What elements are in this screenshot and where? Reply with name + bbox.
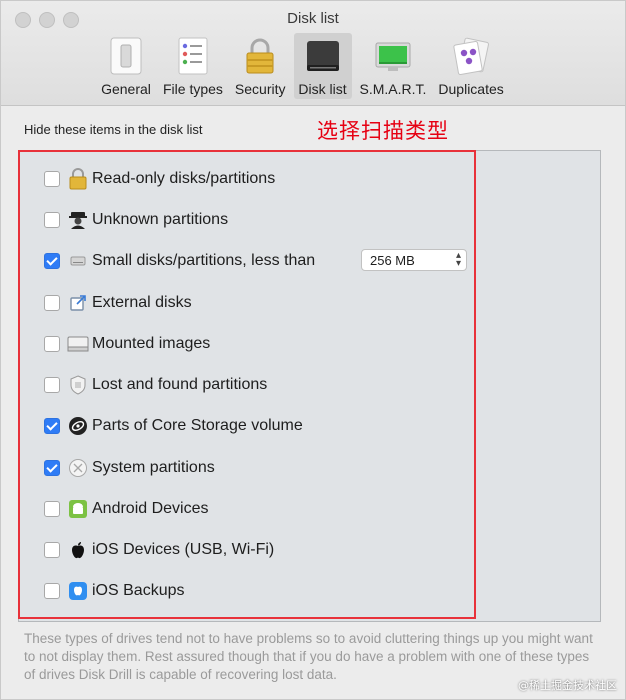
checkbox[interactable]	[44, 253, 60, 269]
tab-security[interactable]: Security	[231, 33, 290, 99]
small-disk-icon	[67, 250, 89, 272]
checkbox[interactable]	[44, 418, 60, 434]
list-item-mounted-images[interactable]: Mounted images	[44, 332, 210, 356]
checkbox[interactable]	[44, 295, 60, 311]
item-label: Mounted images	[92, 335, 211, 352]
title-bar: Disk list General File types Security Di…	[1, 1, 625, 106]
item-label: Android Devices	[92, 500, 209, 517]
tab-label: Disk list	[298, 81, 347, 97]
preferences-toolbar: General File types Security Disk list S.…	[97, 33, 508, 99]
chevron-updown-icon: ▴ ▾	[455, 250, 461, 269]
tab-label: Duplicates	[438, 81, 504, 97]
duplicates-icon	[451, 37, 491, 75]
checkbox[interactable]	[44, 171, 60, 187]
list-item-external-disks[interactable]: External disks	[44, 291, 192, 315]
item-label: Parts of Core Storage volume	[92, 417, 303, 434]
disk-icon	[303, 37, 343, 75]
system-partition-icon	[67, 457, 89, 479]
tab-file-types[interactable]: File types	[159, 33, 227, 99]
lost-found-icon	[67, 374, 89, 396]
tab-label: S.M.A.R.T.	[359, 81, 427, 97]
external-disk-icon	[67, 292, 89, 314]
checkbox[interactable]	[44, 542, 60, 558]
select-value: 256 MB	[370, 252, 415, 268]
list-item-system-partitions[interactable]: System partitions	[44, 456, 215, 480]
checkbox[interactable]	[44, 212, 60, 228]
size-threshold-select[interactable]: 256 MB ▴ ▾	[361, 249, 467, 271]
tab-disk-list[interactable]: Disk list	[293, 33, 352, 99]
item-label: System partitions	[92, 459, 215, 476]
spy-icon	[67, 209, 89, 231]
checkbox[interactable]	[44, 377, 60, 393]
annotation-text: 选择扫描类型	[317, 119, 449, 143]
tab-label: Security	[234, 81, 286, 97]
section-label: Hide these items in the disk list	[24, 122, 203, 137]
list-item-ios-backups[interactable]: iOS Backups	[44, 579, 184, 603]
item-label: iOS Devices (USB, Wi-Fi)	[92, 541, 275, 558]
tab-general[interactable]: General	[97, 33, 155, 99]
list-item-ios-devices[interactable]: iOS Devices (USB, Wi-Fi)	[44, 538, 274, 562]
item-label: Unknown partitions	[92, 211, 229, 228]
checkbox[interactable]	[44, 336, 60, 352]
tab-label: File types	[163, 81, 223, 97]
list-item-android-devices[interactable]: Android Devices	[44, 497, 209, 521]
tab-smart[interactable]: S.M.A.R.T.	[356, 33, 431, 99]
android-icon	[67, 498, 89, 520]
list-item-core-storage[interactable]: Parts of Core Storage volume	[44, 414, 303, 438]
list-item-lost-found[interactable]: Lost and found partitions	[44, 373, 267, 397]
list-item-read-only[interactable]: Read-only disks/partitions	[44, 167, 275, 191]
file-types-icon	[173, 37, 213, 75]
ios-backup-icon	[67, 580, 89, 602]
list-item-unknown-partitions[interactable]: Unknown partitions	[44, 208, 228, 232]
checkbox[interactable]	[44, 583, 60, 599]
item-label: Small disks/partitions, less than	[92, 252, 316, 269]
mounted-image-icon	[67, 333, 89, 355]
lock-icon	[67, 168, 89, 190]
apple-icon	[67, 539, 89, 561]
item-label: Lost and found partitions	[92, 376, 268, 393]
item-label: Read-only disks/partitions	[92, 170, 276, 187]
smart-monitor-icon	[373, 37, 413, 75]
lock-icon	[240, 37, 280, 75]
footer-description: These types of drives tend not to have p…	[24, 631, 593, 682]
window-title: Disk list	[287, 10, 339, 27]
core-storage-icon	[67, 415, 89, 437]
tab-label: General	[101, 81, 151, 97]
item-label: External disks	[92, 294, 192, 311]
item-label: iOS Backups	[92, 582, 185, 599]
tab-duplicates[interactable]: Duplicates	[434, 33, 507, 99]
list-item-small-disks[interactable]: Small disks/partitions, less than	[44, 249, 315, 273]
checkbox[interactable]	[44, 460, 60, 476]
checkbox[interactable]	[44, 501, 60, 517]
watermark: @稀土掘金技术社区	[518, 679, 617, 692]
preferences-window: Disk list General File types Security Di…	[0, 0, 626, 700]
general-icon	[106, 37, 146, 75]
